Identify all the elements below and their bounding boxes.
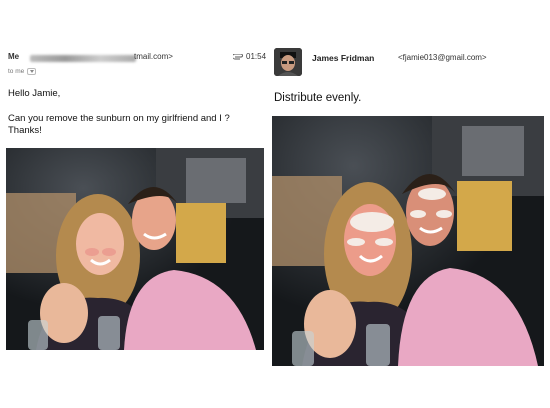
email-greeting: Hello Jamie,: [8, 88, 61, 99]
couple-photo-edited[interactable]: [272, 116, 544, 366]
recipient-row[interactable]: to me: [8, 68, 37, 75]
recipient-label: to me: [8, 68, 25, 75]
avatar[interactable]: [274, 48, 302, 76]
paperclip-icon[interactable]: [233, 54, 243, 60]
couple-photo-original[interactable]: [6, 148, 264, 350]
sender-email: tmail.com>: [134, 52, 173, 61]
reply-sender-name[interactable]: James Fridman: [312, 53, 374, 63]
redacted-email: [30, 55, 136, 62]
email-body-line: Thanks!: [8, 125, 42, 136]
chevron-down-icon[interactable]: [27, 68, 37, 75]
original-email-panel: Me tmail.com> 01:54 to me Hello Jamie, C…: [0, 0, 270, 408]
reply-sender-email: <fjamie013@gmail.com>: [398, 53, 487, 62]
email-header: Me tmail.com> 01:54: [8, 52, 266, 66]
photo-illustration: [6, 148, 264, 350]
avatar-photo: [274, 48, 302, 76]
email-body-line: Can you remove the sunburn on my girlfri…: [8, 113, 230, 124]
sender-name[interactable]: Me: [8, 52, 19, 61]
photo-illustration: [272, 116, 544, 366]
email-time: 01:54: [246, 52, 267, 61]
reply-message: Distribute evenly.: [274, 92, 362, 104]
